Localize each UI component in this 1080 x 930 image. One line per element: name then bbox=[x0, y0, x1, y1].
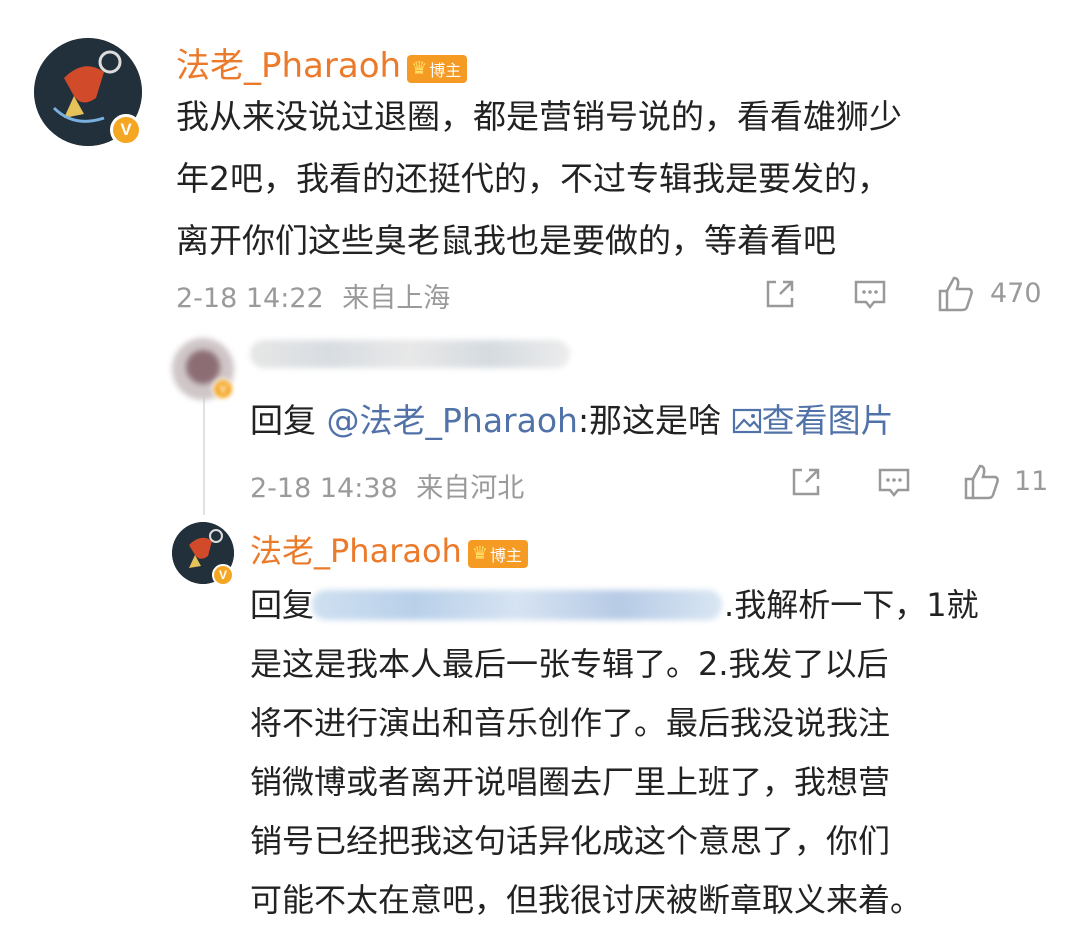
reply-line: 销微博或者离开说唱圈去厂里上班了，我想营 bbox=[250, 763, 891, 801]
verified-icon: V bbox=[212, 564, 234, 586]
share-icon[interactable] bbox=[788, 464, 824, 500]
crown-icon: ♛ bbox=[471, 543, 488, 564]
comment-icon[interactable] bbox=[876, 464, 912, 500]
location: 来自上海 bbox=[342, 283, 451, 314]
like-count: 11 bbox=[1014, 466, 1049, 497]
comment-line: 离开你们这些臭老鼠我也是要做的，等着看吧 bbox=[176, 221, 836, 260]
verified-icon: V bbox=[212, 378, 234, 400]
badge-label: 博主 bbox=[489, 545, 522, 565]
thread-line bbox=[203, 395, 205, 515]
view-image-link[interactable]: 查看图片 bbox=[732, 401, 894, 440]
comment-text: 我从来没说过退圈，都是营销号说的，看看雄狮少 年2吧，我看的还挺代的，不过专辑我… bbox=[176, 86, 1056, 272]
comment-line: 年2吧，我看的还挺代的，不过专辑我是要发的， bbox=[176, 159, 890, 198]
reply-prefix: 回复 bbox=[250, 586, 315, 624]
reply-text: 回复 .我解析一下，1就 是这是我本人最后一张专辑了。2.我发了以后 将不进行演出… bbox=[250, 576, 1070, 930]
view-image-label: 查看图片 bbox=[761, 401, 894, 440]
reply-line: 是这是我本人最后一张专辑了。2.我发了以后 bbox=[250, 645, 889, 683]
reply-meta: 2-18 14:38 来自河北 bbox=[250, 466, 524, 505]
thumbs-up-icon[interactable] bbox=[936, 274, 976, 314]
comment-header: 法老_Pharaoh ♛ 博主 bbox=[176, 38, 468, 87]
reply-line: 销号已经把我这句话异化成这个意思了，你们 bbox=[250, 822, 891, 860]
reply-text: 回复 @法老_Pharaoh:那这是啥 查看图片 bbox=[250, 394, 894, 442]
mention-link[interactable]: @法老_Pharaoh bbox=[327, 401, 578, 440]
image-icon bbox=[732, 408, 761, 434]
location: 来自河北 bbox=[416, 473, 525, 504]
verified-icon: V bbox=[110, 114, 142, 146]
reply-line: 可能不太在意吧，但我很讨厌被断章取义来着。 bbox=[250, 881, 923, 919]
redacted-username bbox=[250, 340, 570, 368]
crown-icon: ♛ bbox=[411, 58, 428, 79]
reply-prefix: 回复 bbox=[250, 401, 327, 440]
comment-line: 我从来没说过退圈，都是营销号说的，看看雄狮少 bbox=[176, 97, 902, 136]
timestamp: 2-18 14:38 bbox=[250, 473, 398, 504]
reply-body: :那这是啥 bbox=[577, 401, 722, 440]
like-count: 470 bbox=[990, 278, 1042, 309]
badge-label: 博主 bbox=[429, 60, 462, 80]
comment-icon[interactable] bbox=[852, 276, 888, 312]
redacted-mention bbox=[312, 590, 722, 620]
blogger-badge: ♛ 博主 bbox=[467, 539, 528, 568]
blogger-badge: ♛ 博主 bbox=[407, 54, 468, 83]
reply-line: 将不进行演出和音乐创作了。最后我没说我注 bbox=[250, 704, 891, 742]
username[interactable]: 法老_Pharaoh bbox=[176, 46, 401, 86]
username[interactable]: 法老_Pharaoh bbox=[250, 532, 462, 570]
reply-first-line: 回复 .我解析一下，1就 bbox=[250, 576, 1070, 635]
reply-first-rest: .我解析一下，1就 bbox=[724, 586, 979, 624]
thumbs-up-icon[interactable] bbox=[962, 462, 1002, 502]
timestamp: 2-18 14:22 bbox=[176, 283, 324, 314]
share-icon[interactable] bbox=[762, 276, 798, 312]
comment-meta: 2-18 14:22 来自上海 bbox=[176, 276, 450, 315]
reply-header: 法老_Pharaoh ♛ 博主 bbox=[250, 526, 528, 572]
